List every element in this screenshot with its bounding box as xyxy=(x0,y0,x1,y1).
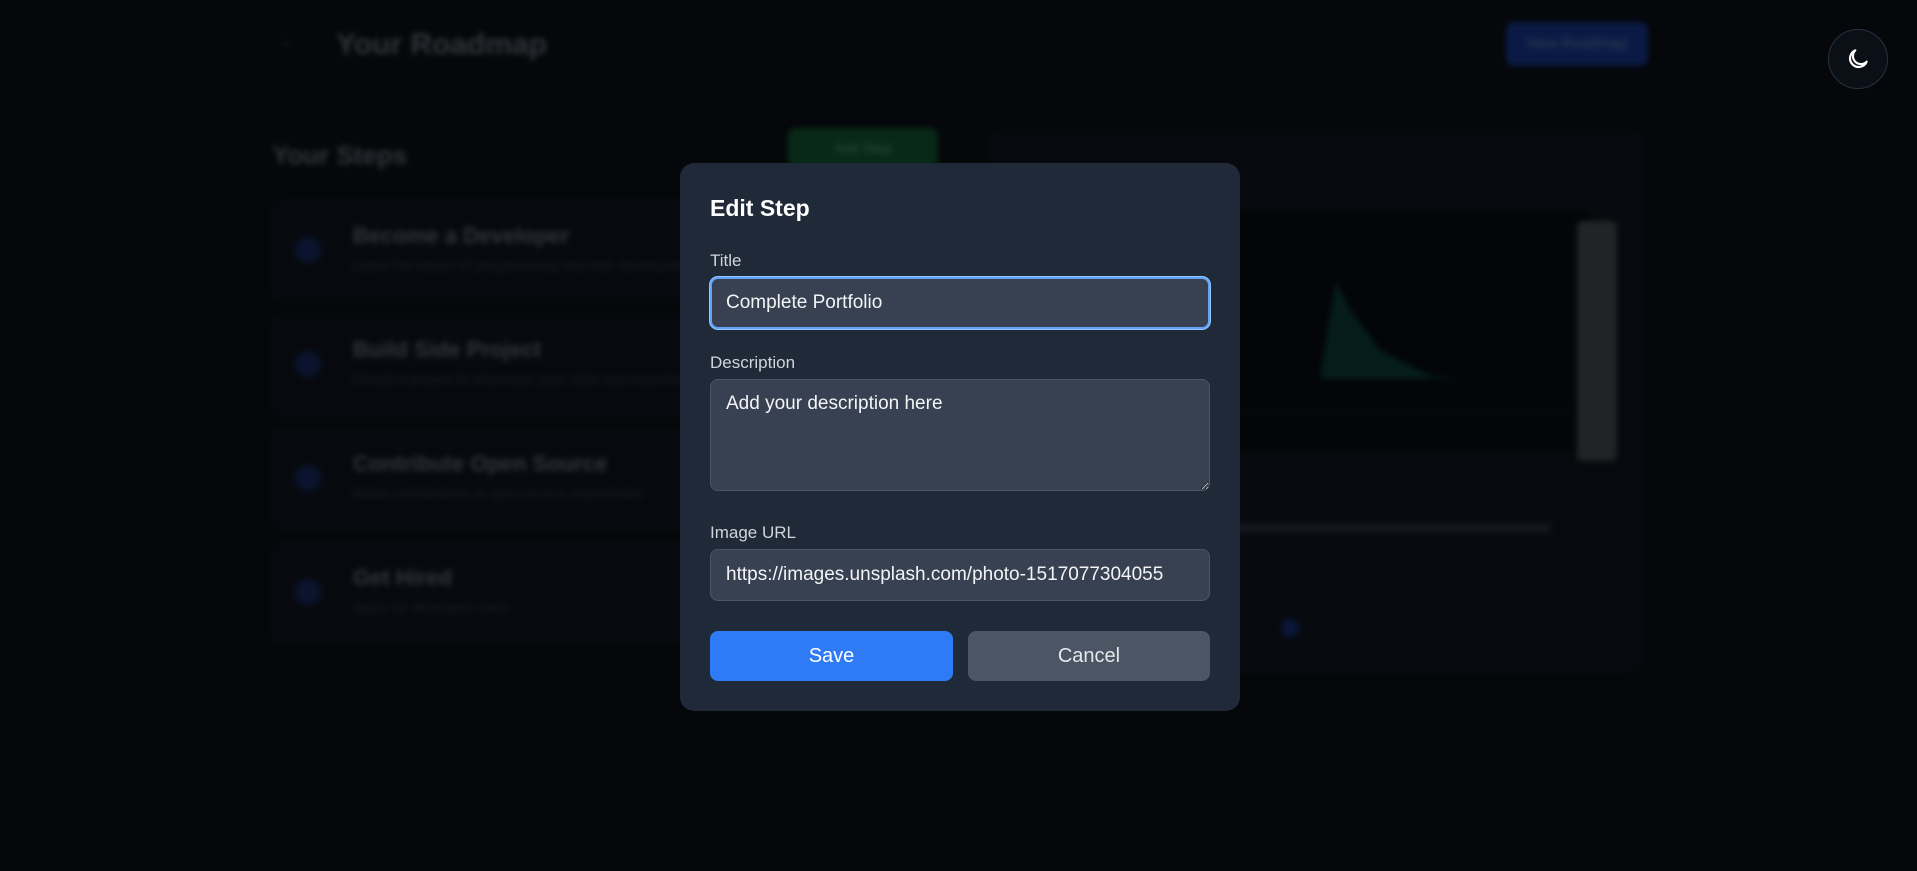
dialog-title: Edit Step xyxy=(710,195,810,221)
save-button[interactable]: Save xyxy=(710,631,953,681)
image-url-input[interactable] xyxy=(710,549,1210,601)
theme-toggle-button[interactable] xyxy=(1828,29,1888,89)
edit-step-dialog: Edit Step Title Description Image URL Sa… xyxy=(680,163,1240,711)
moon-icon xyxy=(1848,49,1868,69)
description-label: Description xyxy=(710,353,796,372)
image-url-label: Image URL xyxy=(710,523,796,542)
title-input[interactable] xyxy=(710,277,1210,329)
description-textarea[interactable] xyxy=(710,379,1210,491)
cancel-button[interactable]: Cancel xyxy=(968,631,1210,681)
title-label: Title xyxy=(710,251,742,270)
